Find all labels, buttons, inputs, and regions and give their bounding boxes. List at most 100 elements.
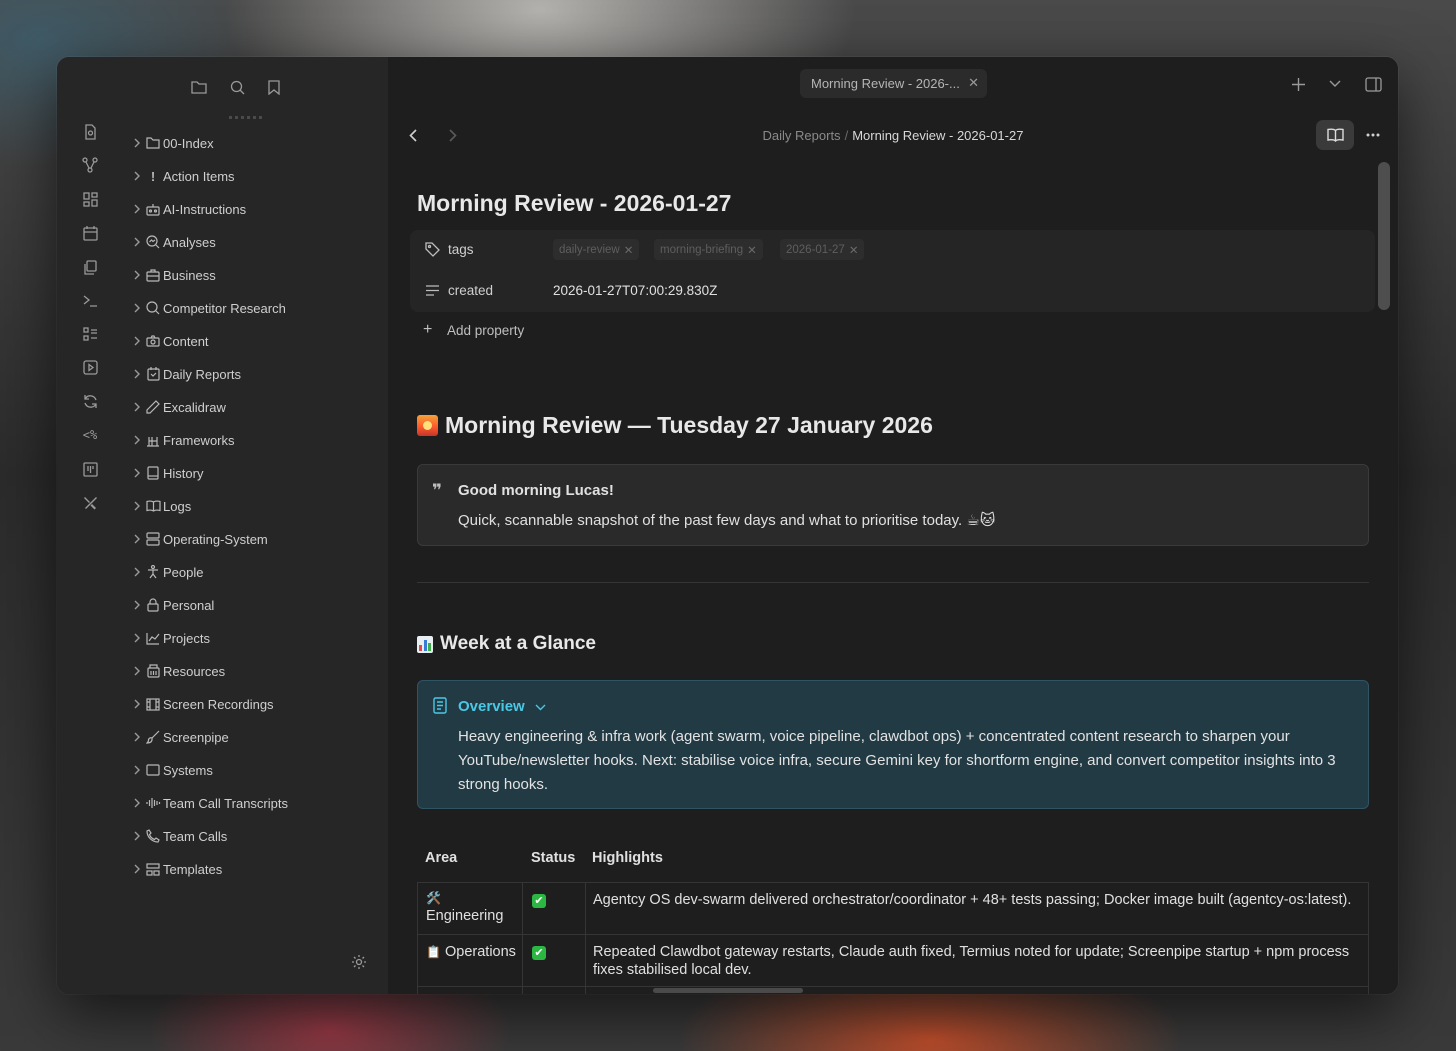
vertical-scrollbar[interactable] (1378, 162, 1390, 310)
new-tab-plus-icon[interactable] (1288, 74, 1308, 94)
breadcrumb-parent[interactable]: Daily Reports (763, 128, 841, 143)
sidebar-item-label: Team Call Transcripts (163, 795, 288, 811)
right-sidebar-toggle-icon[interactable] (1363, 74, 1383, 94)
clipboard-emoji-icon: 📋 (426, 945, 441, 959)
note-title[interactable]: Morning Review - 2026-01-27 (417, 190, 731, 217)
search-icon[interactable] (227, 77, 247, 97)
remove-tag-icon[interactable]: ✕ (747, 243, 757, 257)
sidebar-folder-team-call-transcripts[interactable]: Team Call Transcripts (125, 789, 388, 817)
tab-active-note[interactable]: Morning Review - 2026-... ✕ (800, 69, 987, 98)
chevron-right-icon[interactable] (130, 367, 144, 381)
file-explorer-sidebar: 00-Index ! Action Items AI-Instructions Anal… (125, 57, 428, 994)
open-book-icon (145, 498, 161, 514)
chevron-right-icon[interactable] (130, 565, 144, 579)
terminal-icon[interactable] (79, 289, 101, 311)
check-mark-icon: ✔ (532, 946, 546, 960)
property-created[interactable]: created 2026-01-27T07:00:29.830Z (410, 272, 1375, 308)
sidebar-folder-competitor-research[interactable]: Competitor Research (125, 294, 388, 322)
chevron-down-icon[interactable] (535, 700, 546, 714)
table-cell-status[interactable]: ✔ (532, 943, 546, 994)
chevron-right-icon[interactable] (130, 829, 144, 843)
folder-icon[interactable] (189, 77, 209, 97)
chevron-right-icon[interactable] (130, 202, 144, 216)
tag-chip[interactable]: 2026-01-27 ✕ (780, 239, 865, 260)
sidebar-folder-history[interactable]: History (125, 459, 388, 487)
sidebar-folder-screen-recordings[interactable]: Screen Recordings (125, 690, 388, 718)
drag-handle[interactable] (229, 116, 265, 119)
property-tags[interactable]: tags daily-review ✕ morning-briefing ✕ 202… (410, 231, 1375, 267)
close-icon[interactable]: ✕ (968, 75, 979, 91)
sidebar-folder-projects[interactable]: Projects (125, 624, 388, 652)
chevron-down-icon[interactable] (1325, 74, 1345, 94)
sidebar-folder-daily-reports[interactable]: Daily Reports (125, 360, 388, 388)
sidebar-folder-business[interactable]: Business (125, 261, 388, 289)
horizontal-rule (417, 582, 1369, 583)
chevron-right-icon[interactable] (130, 664, 144, 678)
chevron-right-icon[interactable] (130, 532, 144, 546)
sync-icon[interactable] (79, 390, 101, 412)
graph-view-icon[interactable] (79, 154, 101, 176)
overview-callout: Overview Heavy engineering & infra work … (417, 680, 1369, 809)
sidebar-folder-frameworks[interactable]: Frameworks (125, 426, 388, 454)
chevron-right-icon[interactable] (130, 499, 144, 513)
bookmark-icon[interactable] (264, 77, 284, 97)
sidebar-folder-action-items[interactable]: ! Action Items (125, 162, 388, 190)
reading-view-button[interactable] (1316, 120, 1354, 150)
sidebar-folder-personal[interactable]: Personal (125, 591, 388, 619)
chevron-right-icon[interactable] (130, 697, 144, 711)
tag-chip[interactable]: daily-review ✕ (553, 239, 640, 260)
chevron-right-icon[interactable] (130, 466, 144, 480)
chevron-right-icon[interactable] (130, 268, 144, 282)
chevron-right-icon[interactable] (130, 598, 144, 612)
breadcrumb-separator: / (844, 128, 849, 143)
chevron-right-icon[interactable] (130, 730, 144, 744)
code-percent-icon[interactable]: <% (79, 424, 101, 446)
property-value-created[interactable]: 2026-01-27T07:00:29.830Z (553, 283, 717, 298)
settings-gear-icon[interactable] (351, 954, 367, 975)
sidebar-folder-content[interactable]: Content (125, 327, 388, 355)
list-grid-icon[interactable] (79, 323, 101, 345)
chevron-right-icon[interactable] (130, 631, 144, 645)
chevron-right-icon[interactable] (130, 796, 144, 810)
sidebar-folder-resources[interactable]: Resources (125, 657, 388, 685)
play-box-icon[interactable] (79, 356, 101, 378)
sidebar-folder-logs[interactable]: Logs (125, 492, 388, 520)
remove-tag-icon[interactable]: ✕ (849, 243, 859, 257)
dashboard-icon[interactable] (79, 188, 101, 210)
sidebar-folder-screenpipe[interactable]: Screenpipe (125, 723, 388, 751)
sidebar-folder-excalidraw[interactable]: Excalidraw (125, 393, 388, 421)
kanban-icon[interactable] (79, 458, 101, 480)
property-key-tags: tags (448, 241, 474, 257)
open-file-icon[interactable] (79, 121, 101, 143)
sidebar-folder-ai-instructions[interactable]: AI-Instructions (125, 195, 388, 223)
sidebar-folder-analyses[interactable]: Analyses (125, 228, 388, 256)
more-options-icon[interactable] (1363, 125, 1383, 145)
calendar-icon[interactable] (79, 222, 101, 244)
table-cell-highlights[interactable]: Repeated Clawdbot gateway restarts, Clau… (593, 943, 1363, 994)
sidebar-folder-team-calls[interactable]: Team Calls (125, 822, 388, 850)
text-lines-icon (424, 282, 440, 298)
tools-icon[interactable] (79, 491, 101, 513)
sidebar-folder-operating-system[interactable]: Operating-System (125, 525, 388, 553)
chevron-right-icon[interactable] (130, 763, 144, 777)
chevron-right-icon[interactable] (130, 169, 144, 183)
sidebar-folder-00-index[interactable]: 00-Index (125, 129, 388, 157)
sidebar-folder-people[interactable]: People (125, 558, 388, 586)
chevron-right-icon[interactable] (130, 433, 144, 447)
callout-toggle[interactable]: Overview (458, 698, 546, 715)
add-property-button[interactable]: + Add property (423, 321, 524, 339)
chevron-right-icon[interactable] (130, 862, 144, 876)
copy-icon[interactable] (79, 256, 101, 278)
chevron-right-icon[interactable] (130, 235, 144, 249)
heading-morning-review: Morning Review — Tuesday 27 January 2026 (417, 412, 933, 439)
sidebar-folder-templates[interactable]: Templates (125, 855, 388, 883)
tag-chip[interactable]: morning-briefing ✕ (654, 239, 763, 260)
chevron-right-icon[interactable] (130, 136, 144, 150)
table-cell-area[interactable]: 🛠️ Engineering (426, 889, 521, 940)
chevron-right-icon[interactable] (130, 400, 144, 414)
remove-tag-icon[interactable]: ✕ (624, 243, 634, 257)
sidebar-folder-systems[interactable]: Systems (125, 756, 388, 784)
table-cell-area[interactable]: 📋 Operations (426, 943, 521, 994)
chevron-right-icon[interactable] (130, 301, 144, 315)
chevron-right-icon[interactable] (130, 334, 144, 348)
